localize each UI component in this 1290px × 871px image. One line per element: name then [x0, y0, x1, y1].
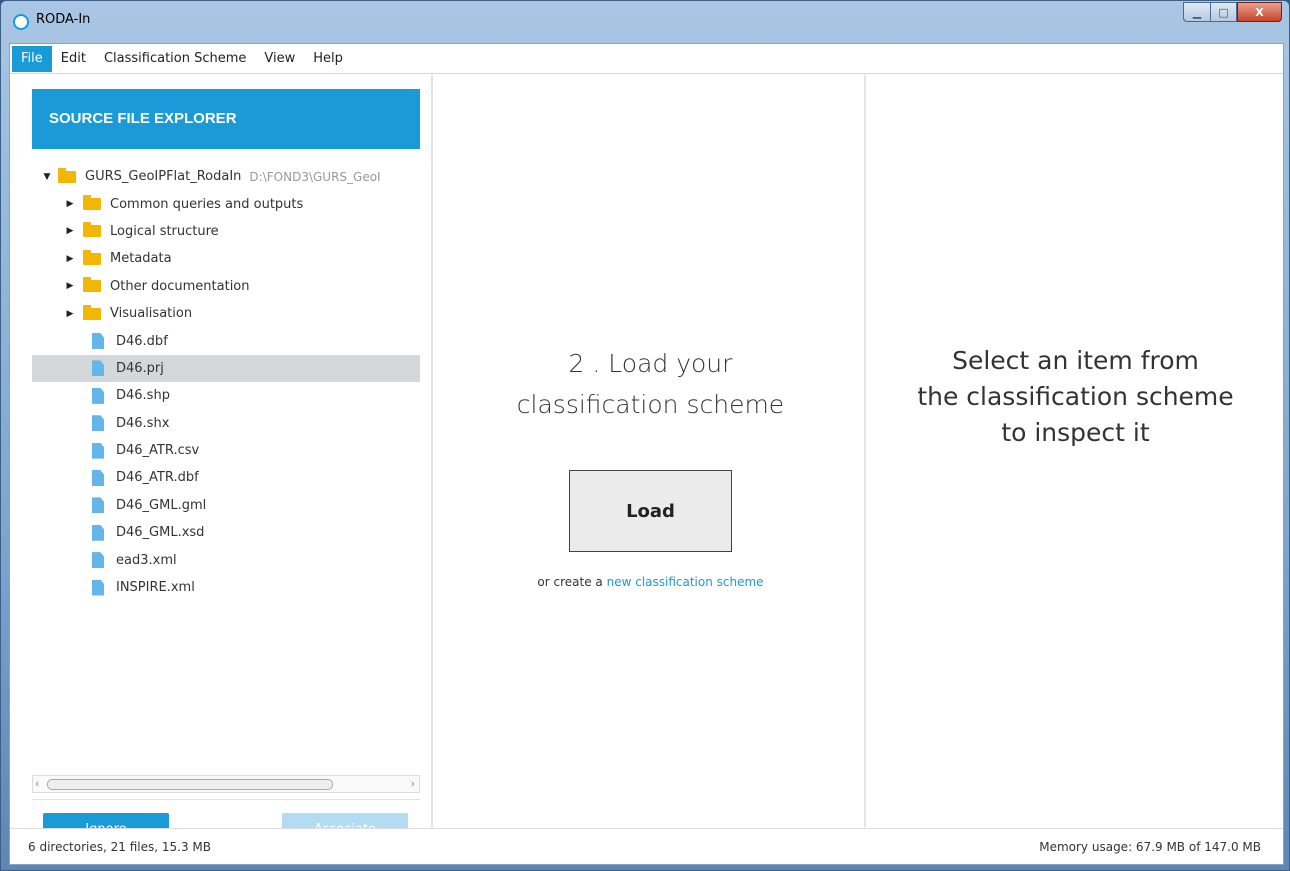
- collapsed-arrow-icon[interactable]: ▶: [65, 281, 75, 291]
- tree-file-row[interactable]: D46.shx: [32, 410, 420, 437]
- load-heading-line-1: 2 . Load your: [568, 349, 733, 378]
- folder-label: Other documentation: [110, 278, 250, 294]
- file-tree[interactable]: ▼ GURS_GeoIPFlat_RodaIn D:\FOND3\GURS_Ge…: [32, 163, 420, 753]
- file-label: ead3.xml: [116, 552, 177, 568]
- folder-icon: [83, 195, 101, 211]
- divider: [32, 799, 420, 800]
- minimize-icon: ▁: [1192, 5, 1202, 19]
- tree-file-row[interactable]: D46.shp: [32, 382, 420, 409]
- tree-file-row-selected[interactable]: D46.prj: [32, 354, 420, 383]
- maximize-button[interactable]: □: [1210, 2, 1237, 22]
- folder-icon: [83, 249, 101, 265]
- file-label: D46_ATR.dbf: [116, 470, 199, 486]
- load-heading: 2 . Load your classification scheme: [435, 343, 866, 425]
- folder-icon: [83, 277, 101, 293]
- tree-file-row[interactable]: D46_GML.xsd: [32, 519, 420, 546]
- file-label: D46_GML.gml: [116, 497, 207, 513]
- file-icon: [92, 469, 104, 486]
- menu-view[interactable]: View: [255, 46, 304, 72]
- menu-help[interactable]: Help: [304, 46, 352, 72]
- file-label: D46.shp: [116, 388, 170, 404]
- tree-root-name: GURS_GeoIPFlat_RodaIn: [85, 169, 242, 185]
- collapsed-arrow-icon[interactable]: ▶: [65, 199, 75, 209]
- folder-icon: [58, 167, 76, 183]
- tree-folder-row[interactable]: ▶ Metadata: [32, 245, 420, 272]
- status-bar: 6 directories, 21 files, 15.3 MB Memory …: [10, 828, 1283, 864]
- scrollbar-thumb[interactable]: [47, 779, 333, 790]
- file-icon: [92, 333, 104, 350]
- tree-folder-row[interactable]: ▶ Logical structure: [32, 218, 420, 245]
- horizontal-scrollbar[interactable]: ‹ ›: [32, 775, 420, 793]
- file-label: D46_GML.xsd: [116, 525, 205, 541]
- tree-file-row[interactable]: D46_ATR.csv: [32, 437, 420, 464]
- source-file-explorer-panel: SOURCE FILE EXPLORER ▼ GURS_GeoIPFlat_Ro…: [10, 75, 433, 846]
- file-label: INSPIRE.xml: [116, 580, 195, 596]
- folder-icon: [83, 304, 101, 320]
- file-label: D46_ATR.csv: [116, 443, 200, 459]
- file-icon: [92, 415, 104, 432]
- status-memory-usage: Memory usage: 67.9 MB of 147.0 MB: [1039, 840, 1261, 854]
- close-icon: X: [1255, 5, 1264, 19]
- status-file-summary: 6 directories, 21 files, 15.3 MB: [28, 840, 211, 854]
- scroll-left-icon[interactable]: ‹: [35, 777, 39, 790]
- file-icon: [92, 579, 104, 596]
- inspection-panel: Select an item from the classification s…: [868, 75, 1283, 827]
- file-icon: [92, 387, 104, 404]
- window-title: RODA-In: [36, 12, 91, 27]
- folder-label: Metadata: [110, 251, 172, 267]
- title-bar[interactable]: RODA-In ▁ □ X: [1, 1, 1289, 43]
- client-area: File Edit Classification Scheme View Hel…: [9, 43, 1284, 865]
- close-button[interactable]: X: [1237, 2, 1282, 22]
- folder-label: Visualisation: [110, 306, 193, 322]
- tree-folder-row[interactable]: ▶ Common queries and outputs: [32, 190, 420, 217]
- tree-folder-row[interactable]: ▶ Visualisation: [32, 300, 420, 327]
- folder-label: Common queries and outputs: [110, 196, 304, 212]
- load-heading-line-2: classification scheme: [516, 390, 785, 419]
- create-prefix-text: or create a: [537, 575, 607, 589]
- file-icon: [92, 524, 104, 541]
- new-classification-scheme-link[interactable]: new classification scheme: [607, 575, 764, 589]
- file-icon: [92, 360, 104, 377]
- inspect-message: Select an item from the classification s…: [917, 346, 1234, 447]
- load-button[interactable]: Load: [569, 470, 732, 552]
- app-window: RODA-In ▁ □ X File Edit Classification S…: [0, 0, 1290, 871]
- menu-file[interactable]: File: [12, 45, 52, 72]
- tree-file-row[interactable]: D46_GML.gml: [32, 492, 420, 519]
- folder-label: Logical structure: [110, 223, 219, 239]
- menu-bar: File Edit Classification Scheme View Hel…: [10, 44, 1283, 74]
- tree-file-row[interactable]: INSPIRE.xml: [32, 574, 420, 601]
- file-label: D46.shx: [116, 415, 170, 431]
- tree-root-row[interactable]: ▼ GURS_GeoIPFlat_RodaIn D:\FOND3\GURS_Ge…: [32, 163, 420, 190]
- maximize-icon: □: [1218, 5, 1229, 19]
- menu-edit[interactable]: Edit: [52, 46, 95, 72]
- collapsed-arrow-icon[interactable]: ▶: [65, 254, 75, 264]
- create-scheme-line: or create a new classification scheme: [435, 575, 866, 589]
- explorer-header: SOURCE FILE EXPLORER: [32, 89, 420, 149]
- tree-file-row[interactable]: D46_ATR.dbf: [32, 464, 420, 491]
- expanded-arrow-icon[interactable]: ▼: [42, 172, 52, 182]
- file-icon: [92, 497, 104, 514]
- menu-classification-scheme[interactable]: Classification Scheme: [95, 46, 255, 72]
- scroll-right-icon[interactable]: ›: [411, 777, 415, 790]
- tree-folder-row[interactable]: ▶ Other documentation: [32, 273, 420, 300]
- tree-file-row[interactable]: D46.dbf: [32, 327, 420, 354]
- file-label: D46.dbf: [116, 333, 168, 349]
- file-label: D46.prj: [116, 360, 164, 376]
- window-controls: ▁ □ X: [1183, 2, 1282, 22]
- file-icon: [92, 552, 104, 569]
- folder-icon: [83, 222, 101, 238]
- tree-file-row[interactable]: ead3.xml: [32, 546, 420, 573]
- file-icon: [92, 442, 104, 459]
- classification-scheme-panel: 2 . Load your classification scheme Load…: [435, 75, 866, 827]
- collapsed-arrow-icon[interactable]: ▶: [65, 309, 75, 319]
- collapsed-arrow-icon[interactable]: ▶: [65, 226, 75, 236]
- tree-root-path: D:\FOND3\GURS_GeoI: [249, 169, 381, 184]
- app-icon: [13, 14, 29, 30]
- minimize-button[interactable]: ▁: [1183, 2, 1210, 22]
